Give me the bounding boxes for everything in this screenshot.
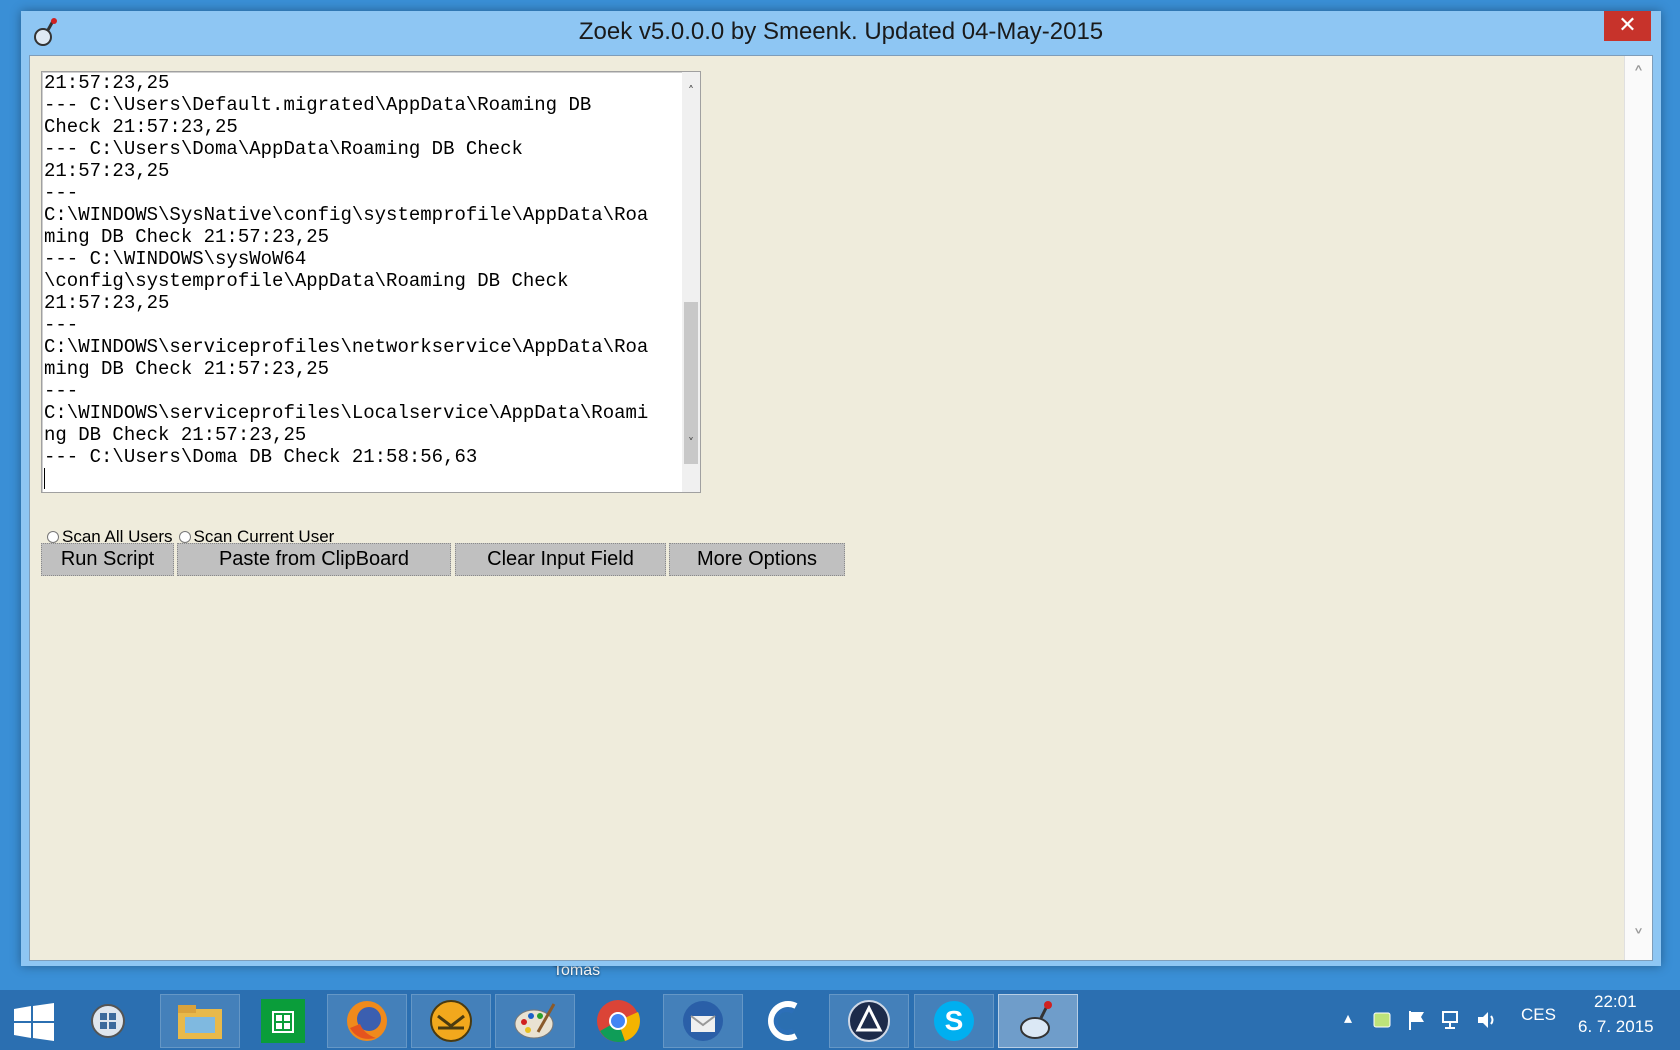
window-scrollbar[interactable]: ˄ ˅ <box>1624 56 1652 960</box>
ccleaner-icon <box>768 1001 798 1041</box>
mail-icon <box>430 1000 472 1042</box>
windows-start-icon[interactable] <box>12 1002 56 1042</box>
log-line: C:\WINDOWS\serviceprofiles\Localservice\… <box>44 402 649 424</box>
firefox-icon <box>347 1001 387 1041</box>
log-line: ming DB Check 21:57:23,25 <box>44 226 330 248</box>
text-caret <box>44 468 45 489</box>
run-script-button[interactable]: Run Script <box>41 543 174 576</box>
clock-time[interactable]: 22:01 <box>1594 992 1637 1012</box>
log-line: Check 21:57:23,25 <box>44 116 238 138</box>
volume-icon[interactable] <box>1475 1008 1499 1032</box>
log-scrollbar[interactable]: ˄ ˅ <box>682 72 700 492</box>
log-line: --- C:\Users\Doma DB Check 21:58:56,63 <box>44 446 478 468</box>
log-line: --- C:\Users\Doma\AppData\Roaming DB Che… <box>44 138 523 160</box>
scroll-up-arrow-icon[interactable]: ˄ <box>682 82 700 100</box>
zoek-window: Zoek v5.0.0.0 by Smeenk. Updated 04-May-… <box>21 11 1661 966</box>
thunderbird-icon <box>683 1001 723 1041</box>
taskbar-item-firefox[interactable] <box>327 994 407 1048</box>
taskbar-item-mail[interactable] <box>411 994 491 1048</box>
taskbar-item-ccleaner[interactable] <box>746 994 826 1048</box>
desktop-apps-icon <box>91 1004 125 1038</box>
log-line: --- <box>44 380 79 402</box>
radio-circle-icon <box>178 531 191 543</box>
paint-palette-icon <box>514 1003 556 1039</box>
svg-text:S: S <box>945 1005 964 1036</box>
log-line: --- <box>44 182 79 204</box>
log-line: ng DB Check 21:57:23,25 <box>44 424 307 446</box>
clock-date[interactable]: 6. 7. 2015 <box>1578 1017 1654 1037</box>
log-line: C:\WINDOWS\serviceprofiles\networkservic… <box>44 336 649 358</box>
close-button[interactable]: ✕ <box>1604 11 1651 41</box>
taskbar: S ▴ CES 22:01 6. 7. 2015 <box>0 990 1680 1050</box>
log-text: 21:57:23,25 --- C:\Users\Default.migrated… <box>44 72 680 492</box>
log-line: --- C:\Users\Default.migrated\AppData\Ro… <box>44 94 592 116</box>
window-scroll-down-icon[interactable]: ˅ <box>1625 927 1652 952</box>
window-scroll-up-icon[interactable]: ˄ <box>1625 64 1652 89</box>
chrome-icon <box>597 1000 640 1043</box>
close-icon: ✕ <box>1618 13 1637 38</box>
taskbar-item-apps[interactable] <box>66 994 150 1048</box>
clear-input-field-button[interactable]: Clear Input Field <box>455 543 666 576</box>
taskbar-item-thunderbird[interactable] <box>663 994 743 1048</box>
taskbar-item-avira[interactable] <box>829 994 909 1048</box>
show-hidden-icons-chevron-icon[interactable]: ▴ <box>1336 1008 1360 1032</box>
network-icon[interactable] <box>1440 1008 1464 1032</box>
radio-circle-icon <box>47 531 59 543</box>
store-icon <box>261 999 305 1043</box>
zoek-magnifier-icon <box>1020 1001 1052 1039</box>
folder-icon <box>178 1005 222 1039</box>
window-title: Zoek v5.0.0.0 by Smeenk. Updated 04-May-… <box>578 18 1104 45</box>
log-line: 21:57:23,25 <box>44 160 170 182</box>
log-line: ming DB Check 21:57:23,25 <box>44 358 330 380</box>
avira-icon <box>848 1000 890 1042</box>
taskbar-item-chrome[interactable] <box>578 994 658 1048</box>
taskbar-item-skype[interactable]: S <box>914 994 994 1048</box>
script-input-textarea[interactable]: 21:57:23,25 --- C:\Users\Default.migrated… <box>41 71 701 493</box>
battery-icon[interactable] <box>1370 1008 1394 1032</box>
log-line: 21:57:23,25 <box>44 292 170 314</box>
log-line: C:\WINDOWS\SysNative\config\systemprofil… <box>44 204 649 226</box>
title-bar[interactable]: Zoek v5.0.0.0 by Smeenk. Updated 04-May-… <box>21 11 1661 55</box>
action-center-flag-icon[interactable] <box>1405 1008 1429 1032</box>
input-language-indicator[interactable]: CES <box>1521 1005 1556 1025</box>
log-line: --- <box>44 314 79 336</box>
paste-from-clipboard-button[interactable]: Paste from ClipBoard <box>177 543 451 576</box>
taskbar-item-file-explorer[interactable] <box>160 994 240 1048</box>
log-line: --- C:\WINDOWS\sysWoW64 <box>44 248 307 270</box>
taskbar-item-store[interactable] <box>243 994 323 1048</box>
log-line: \config\systemprofile\AppData\Roaming DB… <box>44 270 569 292</box>
more-options-button[interactable]: More Options <box>669 543 845 576</box>
taskbar-item-paint[interactable] <box>495 994 575 1048</box>
log-line: 21:57:23,25 <box>44 72 170 94</box>
scroll-down-arrow-icon[interactable]: ˅ <box>682 434 700 452</box>
skype-icon: S <box>934 1001 974 1041</box>
client-area: 21:57:23,25 --- C:\Users\Default.migrated… <box>29 55 1653 961</box>
taskbar-item-zoek[interactable] <box>998 994 1078 1048</box>
